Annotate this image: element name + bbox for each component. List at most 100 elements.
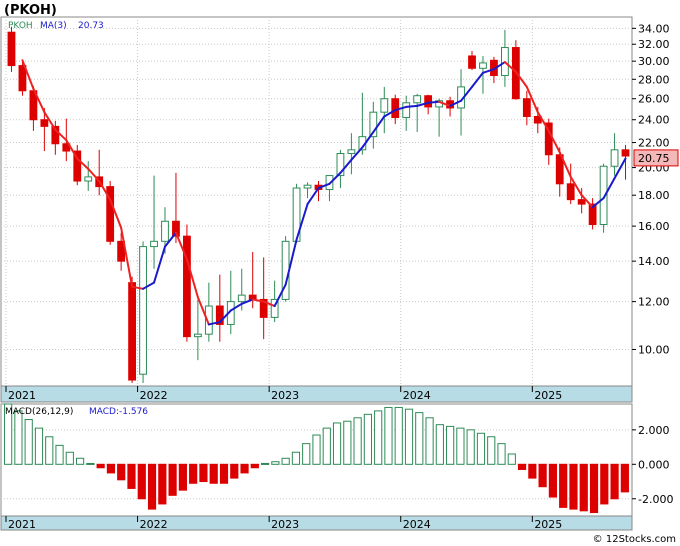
macd-bar-negative <box>569 463 578 510</box>
macd-bar-negative <box>178 463 187 491</box>
macd-bar-positive <box>261 462 270 465</box>
macd-bar-negative <box>548 463 558 498</box>
candle-down <box>73 144 82 186</box>
macd-bar-positive <box>466 429 475 465</box>
candle-body <box>577 199 586 205</box>
candle-body <box>479 62 487 69</box>
ma3-segment <box>405 104 419 108</box>
candle-body <box>303 184 312 189</box>
price-x-label: 2023 <box>271 389 299 402</box>
macd-bar-positive <box>415 412 424 465</box>
macd-bar-positive <box>55 444 64 465</box>
candle-up <box>281 236 290 302</box>
macd-bar-positive <box>332 422 342 465</box>
macd-bar-negative <box>106 463 116 474</box>
macd-bar-negative <box>219 463 229 484</box>
macd-bar-negative <box>517 463 527 470</box>
macd-bar-positive <box>14 410 23 465</box>
macd-bar-positive <box>425 417 434 465</box>
macd-bar-positive <box>363 413 372 465</box>
macd-bar-positive <box>65 451 74 465</box>
price-tick-label: 22.00 <box>638 137 670 150</box>
price-x-label: 2021 <box>8 389 36 402</box>
macd-x-label: 2024 <box>403 518 431 531</box>
macd-tick-label: 2.000 <box>638 424 670 437</box>
macd-x-label: 2025 <box>534 518 562 531</box>
candle-down <box>106 181 115 245</box>
macd-bar-positive <box>271 461 280 465</box>
macd-bar-negative <box>168 463 177 496</box>
price-x-label: 2022 <box>140 389 168 402</box>
macd-bar-positive <box>322 427 331 465</box>
price-tag-label: 20.75 <box>638 152 670 165</box>
macd-bar-negative <box>579 463 588 512</box>
macd-bar-negative <box>189 463 198 484</box>
candle-down <box>7 26 16 72</box>
price-tick-label: 12.00 <box>638 296 670 309</box>
macd-x-label: 2021 <box>8 518 36 531</box>
macd-bar-positive <box>353 417 362 465</box>
price-tick-label: 24.00 <box>638 114 670 127</box>
macd-bar-negative <box>600 463 609 505</box>
candle-body <box>128 282 136 381</box>
price-tick-label: 16.00 <box>638 220 670 233</box>
candle-body <box>237 294 246 303</box>
price-legend-item: 20.73 <box>78 21 104 31</box>
ma3-segment <box>427 100 441 104</box>
macd-bar-negative <box>230 463 239 479</box>
candle-body <box>402 102 411 119</box>
candle-body <box>150 240 158 248</box>
macd-bar-positive <box>45 436 54 465</box>
candle-body <box>468 55 476 69</box>
macd-tick-label: -2.000 <box>638 493 673 506</box>
macd-bar-negative <box>250 463 259 469</box>
macd-bar-positive <box>291 451 301 465</box>
price-tick-label: 18.00 <box>638 189 670 202</box>
candle-down <box>128 276 136 384</box>
macd-bar-positive <box>435 424 444 465</box>
price-tick-label: 32.00 <box>638 38 670 51</box>
candle-body <box>621 149 630 157</box>
macd-tick-label: 0.000 <box>638 458 670 471</box>
macd-bar-positive <box>404 408 414 465</box>
macd-bar-positive <box>34 427 44 465</box>
candle-body <box>193 333 202 338</box>
candle-body <box>566 183 575 201</box>
macd-x-label: 2023 <box>271 518 299 531</box>
price-tick-label: 26.00 <box>638 93 670 106</box>
macd-bar-negative <box>127 463 136 489</box>
stock-chart: (PKOH) 10.0012.0014.0016.0018.0020.0022.… <box>0 3 679 545</box>
macd-bar-negative <box>117 463 126 481</box>
macd-bar-negative <box>620 463 629 493</box>
price-tick-label: 28.00 <box>638 73 670 86</box>
candle-body <box>347 149 356 155</box>
candle-down <box>183 224 191 342</box>
macd-bar-positive <box>281 457 290 465</box>
price-x-label: 2024 <box>403 389 431 402</box>
candle-body <box>380 98 389 113</box>
candle-body <box>84 176 93 182</box>
candle-body <box>7 31 16 67</box>
price-plot-area <box>0 16 633 387</box>
price-tick-label: 30.00 <box>638 55 670 68</box>
macd-bar-positive <box>312 434 321 465</box>
candle-body <box>391 98 400 119</box>
macd-x-label: 2022 <box>140 518 168 531</box>
macd-bar-negative <box>610 463 619 500</box>
candle-body <box>522 98 531 117</box>
candle-body <box>610 149 619 167</box>
macd-legend-item: MACD(26,12,9) <box>5 407 73 417</box>
candle-body <box>161 220 169 242</box>
macd-bar-negative <box>147 463 157 510</box>
candle-body <box>139 246 147 375</box>
chart-title: (PKOH) <box>4 3 57 18</box>
macd-bar-positive <box>24 419 33 465</box>
price-tick-label: 14.00 <box>638 255 670 268</box>
macd-bar-negative <box>137 463 146 500</box>
candle-body <box>424 95 433 108</box>
macd-bar-negative <box>559 463 568 508</box>
macd-legend-item: MACD:-1.576 <box>89 407 148 417</box>
macd-bar-positive <box>374 410 383 465</box>
candle-up <box>139 241 147 384</box>
macd-bar-positive <box>384 406 393 465</box>
